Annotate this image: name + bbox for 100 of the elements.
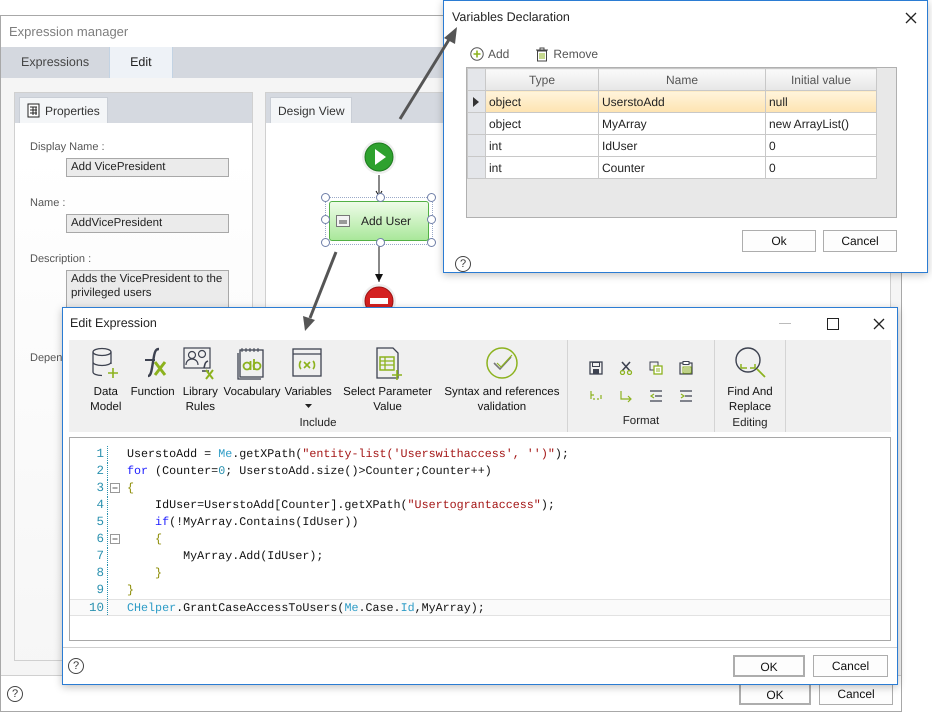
code-line: CHelper.GrantCaseAccessToUsers(Me.Case.Id,MyArray); bbox=[127, 600, 485, 615]
group-label: Include bbox=[298, 416, 338, 431]
ribbon-button[interactable]: Vocabulary bbox=[224, 346, 280, 415]
table-cell: Counter bbox=[598, 156, 766, 178]
panel-tab-label: Properties bbox=[45, 102, 100, 120]
text-field[interactable]: AddVicePresident bbox=[66, 214, 229, 233]
close-icon bbox=[905, 12, 917, 24]
panel-tab[interactable]: Design View bbox=[270, 97, 352, 123]
table-cell: IdUser bbox=[598, 134, 766, 156]
form-icon bbox=[336, 215, 350, 227]
scissors-icon bbox=[619, 360, 633, 375]
code-editor[interactable] bbox=[69, 436, 891, 642]
line-number: 9 bbox=[95, 582, 104, 599]
table-cell: UserstoAdd bbox=[598, 90, 766, 112]
line-number: 10 bbox=[88, 600, 104, 615]
window-title: Variables Declaration bbox=[452, 8, 570, 26]
line-number: 6 bbox=[95, 530, 104, 548]
help-icon[interactable]: ? bbox=[455, 256, 471, 272]
resize-handle[interactable] bbox=[427, 238, 436, 247]
column-header[interactable]: Type bbox=[486, 68, 598, 90]
magnifier-icon bbox=[733, 346, 767, 380]
copy-icon bbox=[649, 360, 663, 375]
help-icon[interactable]: ? bbox=[7, 686, 23, 702]
window-title: Expression manager bbox=[9, 24, 128, 39]
code-line: { bbox=[127, 480, 134, 497]
code-line: } bbox=[127, 582, 134, 599]
code-line: for (Counter=0; UserstoAdd.size()>Counter;Counter++) bbox=[127, 462, 492, 480]
code-line: UserstoAdd = Me.getXPath("entity-list('Userswithaccess', '')"); bbox=[127, 446, 569, 463]
code-line: } bbox=[154, 564, 162, 582]
collapse-icon[interactable] bbox=[110, 534, 120, 544]
resize-handle[interactable] bbox=[321, 193, 330, 202]
line-number: 8 bbox=[95, 564, 104, 582]
outdent-icon bbox=[649, 388, 663, 403]
resize-handle[interactable] bbox=[427, 215, 436, 224]
ribbon-button[interactable]: Library Rules bbox=[178, 346, 222, 415]
field-label: Depen bbox=[30, 352, 62, 364]
panel-tab[interactable]: Properties bbox=[19, 97, 108, 123]
help-icon[interactable]: ? bbox=[68, 658, 84, 674]
cancel-button[interactable]: Cancel bbox=[823, 230, 897, 252]
table-cell: object bbox=[486, 90, 598, 112]
paste-icon bbox=[679, 360, 693, 375]
code-line: MyArray.Add(IdUser); bbox=[182, 548, 324, 565]
ribbon-button[interactable]: Syntax and references validation bbox=[440, 346, 563, 415]
remove-button[interactable]: Remove bbox=[535, 45, 598, 63]
table-cell: int bbox=[486, 156, 598, 178]
line-number: 2 bbox=[95, 462, 104, 480]
redo-icon bbox=[619, 388, 633, 403]
resize-handle[interactable] bbox=[376, 193, 385, 202]
activity-label: Add User bbox=[360, 213, 412, 230]
cancel-button[interactable]: Cancel bbox=[813, 655, 888, 678]
trash-icon bbox=[535, 46, 550, 62]
indent-icon bbox=[679, 388, 693, 403]
line-number: 3 bbox=[95, 480, 104, 497]
collapse-icon[interactable] bbox=[110, 483, 120, 494]
start-node-icon bbox=[361, 139, 397, 175]
table-cell: null bbox=[766, 90, 876, 112]
table-cell: int bbox=[486, 134, 598, 156]
ribbon-button[interactable]: Function bbox=[128, 346, 177, 415]
group-label: Editing bbox=[731, 416, 769, 431]
grid-sheet-icon bbox=[27, 103, 41, 118]
connector-arrow bbox=[374, 175, 384, 197]
table-cell: object bbox=[486, 112, 598, 134]
group-label: Format bbox=[622, 414, 660, 429]
save-icon bbox=[589, 360, 603, 375]
ok-button[interactable]: OK bbox=[733, 655, 805, 678]
window-title: Edit Expression bbox=[70, 314, 157, 332]
tab[interactable]: Expressions bbox=[1, 47, 110, 78]
maximize-icon bbox=[827, 318, 839, 330]
close-icon bbox=[873, 318, 885, 330]
resize-handle[interactable] bbox=[321, 238, 330, 247]
code-line: IdUser=UserstoAdd[Counter].getXPath("Usertograntaccess"); bbox=[154, 496, 555, 514]
field-label: Description : bbox=[30, 253, 92, 265]
code-line: if(!MyArray.Contains(IdUser)) bbox=[154, 514, 358, 531]
ribbon-button[interactable]: Variables bbox=[282, 346, 334, 415]
plus-circle-icon bbox=[470, 47, 484, 61]
resize-handle[interactable] bbox=[427, 193, 436, 202]
field-label: Display Name : bbox=[30, 141, 105, 153]
resize-handle[interactable] bbox=[321, 215, 330, 224]
check-circle-icon bbox=[484, 346, 519, 380]
line-number: 4 bbox=[95, 496, 104, 514]
resize-handle[interactable] bbox=[376, 238, 385, 247]
code-line: { bbox=[154, 530, 162, 548]
add-button[interactable]: Add bbox=[470, 45, 510, 63]
table-cell: MyArray bbox=[598, 112, 766, 134]
column-header[interactable]: Initial value bbox=[766, 68, 876, 90]
line-number: 5 bbox=[95, 514, 104, 531]
table-cell: 0 bbox=[766, 134, 876, 156]
table-cell: 0 bbox=[766, 156, 876, 178]
ribbon-button[interactable]: Find And Replace bbox=[719, 346, 781, 415]
column-header[interactable]: Name bbox=[598, 68, 766, 90]
activity-node[interactable]: Add User bbox=[329, 201, 429, 241]
line-number: 7 bbox=[95, 548, 104, 565]
ribbon-button[interactable]: Select Parameter Value bbox=[336, 346, 439, 415]
ok-button[interactable]: Ok bbox=[742, 230, 816, 252]
text-field[interactable]: Add VicePresident bbox=[66, 158, 229, 177]
connector-arrow bbox=[374, 245, 384, 283]
tab[interactable]: Edit bbox=[109, 47, 173, 78]
table-cell: new ArrayList() bbox=[766, 112, 876, 134]
field-label: Name : bbox=[30, 197, 66, 209]
ribbon-button[interactable]: Data Model bbox=[85, 346, 127, 415]
